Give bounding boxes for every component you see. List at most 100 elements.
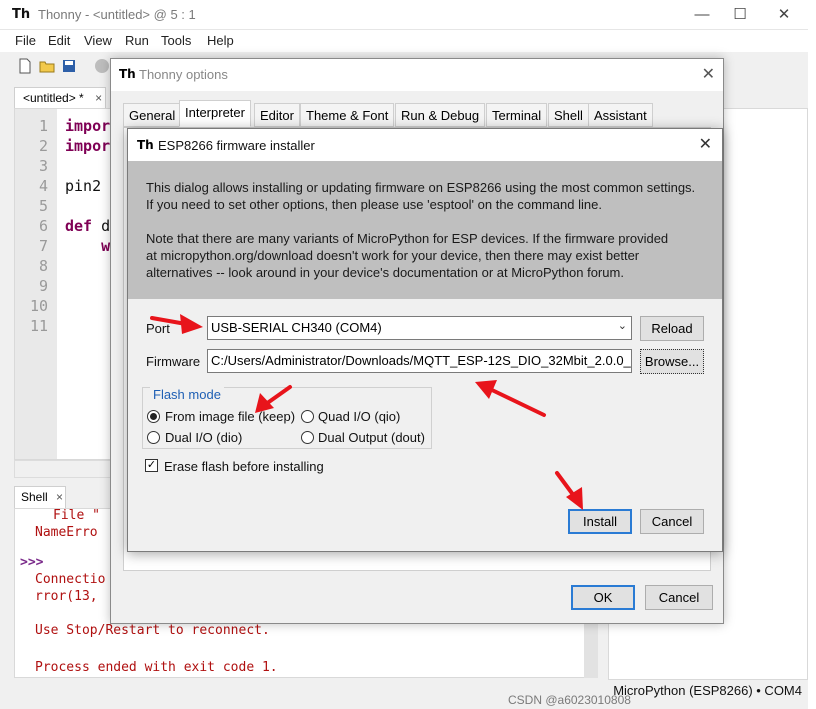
erase-flash-label[interactable]: Erase flash before installing: [164, 459, 324, 474]
radio-image-file-label[interactable]: From image file (keep): [165, 409, 295, 424]
line-number: 2: [38, 137, 48, 155]
shell-line: Connectio: [35, 572, 106, 587]
menu-file[interactable]: File: [15, 33, 36, 48]
line-number: 1: [38, 117, 48, 135]
info-text: alternatives -- look around in your devi…: [146, 265, 624, 280]
thonny-logo-icon: Th: [119, 67, 136, 81]
firmware-title-bar: Th ESP8266 firmware installer ✕: [128, 129, 722, 161]
menu-run[interactable]: Run: [125, 33, 149, 48]
code-line: impor: [65, 117, 110, 135]
info-text: If you need to set other options, then p…: [146, 197, 602, 212]
browse-button[interactable]: Browse...: [640, 349, 704, 374]
radio-image-file[interactable]: [147, 410, 160, 423]
shell-tab-label: Shell: [21, 490, 48, 504]
code-line: pin2: [65, 177, 102, 195]
main-window-title: Thonny - <untitled> @ 5 : 1: [38, 7, 196, 22]
close-icon[interactable]: ✕: [699, 134, 712, 154]
run-icon[interactable]: [94, 58, 110, 74]
radio-dio[interactable]: [147, 431, 160, 444]
radio-qio-label[interactable]: Quad I/O (qio): [318, 409, 400, 424]
shell-scrollbar[interactable]: [584, 624, 598, 678]
radio-dio-label[interactable]: Dual I/O (dio): [165, 430, 242, 445]
info-text: This dialog allows installing or updatin…: [146, 180, 696, 195]
line-number: 4: [38, 177, 48, 195]
tab-theme-font[interactable]: Theme & Font: [300, 103, 395, 127]
shell-line: rror(13,: [35, 589, 98, 604]
thonny-logo-icon: Th: [137, 138, 154, 152]
open-folder-icon[interactable]: [39, 58, 55, 74]
menu-help[interactable]: Help: [207, 33, 234, 48]
watermark-text: CSDN @a6023010808: [508, 693, 631, 707]
shell-prompt: >>>: [20, 555, 44, 570]
code-line: def d: [65, 217, 111, 235]
radio-dout[interactable]: [301, 431, 314, 444]
flash-mode-label: Flash mode: [150, 387, 224, 402]
shell-line: Process ended with exit code 1.: [35, 660, 278, 675]
firmware-installer-dialog: Th ESP8266 firmware installer ✕ This dia…: [127, 128, 723, 552]
line-number: 5: [38, 197, 48, 215]
line-number: 10: [29, 297, 48, 315]
code-line: impor: [65, 137, 110, 155]
line-number: 3: [38, 157, 48, 175]
window-edge: [808, 0, 816, 709]
install-button[interactable]: Install: [568, 509, 632, 534]
tab-shell[interactable]: Shell: [548, 103, 589, 127]
shell-line: NameErro: [35, 525, 98, 540]
save-icon[interactable]: [61, 58, 77, 74]
close-icon[interactable]: ✕: [770, 2, 798, 28]
code-keyword: w: [65, 237, 111, 255]
tab-interpreter[interactable]: Interpreter: [179, 100, 251, 127]
code-keyword: def: [65, 217, 93, 235]
status-bar: MicroPython (ESP8266) • COM4: [0, 680, 816, 709]
editor-tab-label: <untitled> *: [23, 91, 84, 105]
code-keyword: impor: [65, 137, 111, 155]
code-line: w: [65, 237, 110, 255]
options-title-bar: Th Thonny options ✕: [111, 59, 723, 91]
menu-bar: File Edit View Run Tools Help: [0, 30, 808, 52]
reload-button[interactable]: Reload: [640, 316, 704, 341]
tab-terminal[interactable]: Terminal: [486, 103, 548, 127]
ok-button[interactable]: OK: [571, 585, 635, 610]
main-title-bar: Th Thonny - <untitled> @ 5 : 1 — ☐ ✕: [0, 0, 808, 30]
editor-tab-untitled[interactable]: <untitled> * ×: [14, 87, 106, 109]
menu-view[interactable]: View: [84, 33, 112, 48]
port-select[interactable]: USB-SERIAL CH340 (COM4) ⌄: [207, 316, 632, 340]
menu-tools[interactable]: Tools: [161, 33, 191, 48]
info-text: at micropython.org/download doesn't work…: [146, 248, 640, 263]
tab-editor[interactable]: Editor: [254, 103, 300, 127]
close-shell-tab-icon[interactable]: ×: [56, 490, 63, 504]
line-number: 6: [38, 217, 48, 235]
info-panel: This dialog allows installing or updatin…: [128, 161, 722, 299]
tab-run-debug[interactable]: Run & Debug: [395, 103, 486, 127]
close-tab-icon[interactable]: ×: [95, 91, 102, 105]
radio-qio[interactable]: [301, 410, 314, 423]
shell-tab[interactable]: Shell ×: [14, 486, 66, 508]
chevron-down-icon[interactable]: ⌄: [618, 319, 627, 332]
line-number: 7: [38, 237, 48, 255]
new-file-icon[interactable]: [17, 58, 33, 74]
firmware-path-field[interactable]: C:/Users/Administrator/Downloads/MQTT_ES…: [207, 349, 632, 373]
firmware-dialog-title: ESP8266 firmware installer: [158, 138, 315, 153]
erase-flash-checkbox[interactable]: ✓: [145, 459, 158, 472]
line-number: 8: [38, 257, 48, 275]
port-value: USB-SERIAL CH340 (COM4): [211, 320, 382, 335]
close-icon[interactable]: ✕: [702, 64, 715, 84]
shell-line: Use Stop/Restart to reconnect.: [35, 623, 270, 638]
tab-general[interactable]: General: [123, 103, 182, 127]
info-text: Note that there are many variants of Mic…: [146, 231, 669, 246]
thonny-logo-icon: Th: [12, 7, 31, 22]
shell-line: File ": [53, 508, 100, 523]
maximize-icon[interactable]: ☐: [726, 2, 754, 28]
tab-assistant[interactable]: Assistant: [588, 103, 653, 127]
options-title: Thonny options: [139, 67, 228, 82]
interpreter-status[interactable]: MicroPython (ESP8266) • COM4: [613, 683, 802, 698]
firmware-label: Firmware: [146, 354, 201, 369]
firmware-cancel-button[interactable]: Cancel: [640, 509, 704, 534]
line-number: 11: [29, 317, 48, 335]
code-keyword: impor: [65, 117, 111, 135]
radio-dout-label[interactable]: Dual Output (dout): [318, 430, 425, 445]
line-number: 9: [38, 277, 48, 295]
minimize-icon[interactable]: —: [688, 2, 716, 28]
menu-edit[interactable]: Edit: [48, 33, 70, 48]
options-cancel-button[interactable]: Cancel: [645, 585, 713, 610]
